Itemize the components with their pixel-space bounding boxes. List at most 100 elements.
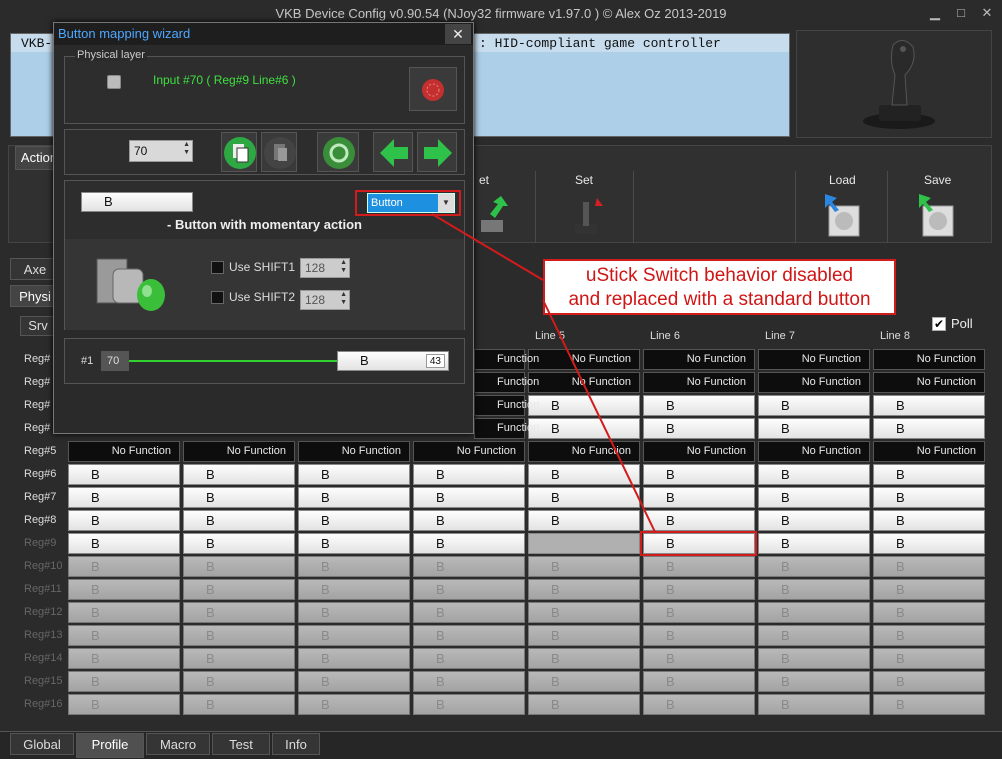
button-cell[interactable]: B: [413, 533, 525, 554]
button-cell[interactable]: B: [413, 487, 525, 508]
button-cell[interactable]: B: [413, 510, 525, 531]
tab-profile[interactable]: Profile: [76, 733, 144, 758]
button-cell[interactable]: B: [758, 556, 870, 577]
button-cell[interactable]: B: [758, 418, 870, 439]
button-cell[interactable]: B: [873, 602, 985, 623]
disabled-cell[interactable]: [528, 533, 640, 554]
button-cell[interactable]: B: [298, 602, 410, 623]
shift2-spinner[interactable]: 128 ▲ ▼: [300, 290, 350, 310]
spinner-arrows-icon[interactable]: ▲ ▼: [183, 141, 190, 157]
button-cell[interactable]: B: [183, 671, 295, 692]
no-function-cell[interactable]: No Function: [528, 441, 640, 462]
button-cell[interactable]: B: [643, 556, 755, 577]
save-button[interactable]: [917, 192, 957, 238]
wizard-close-button[interactable]: ✕: [445, 24, 471, 44]
button-cell[interactable]: B: [643, 602, 755, 623]
button-cell[interactable]: B: [643, 487, 755, 508]
button-cell[interactable]: B: [183, 464, 295, 485]
minimize-button[interactable]: ▁: [924, 3, 946, 23]
button-cell[interactable]: B: [758, 510, 870, 531]
tab-global[interactable]: Global: [10, 733, 74, 755]
no-function-cell[interactable]: No Function: [758, 372, 870, 393]
button-cell[interactable]: B: [183, 694, 295, 715]
input-number-spinner[interactable]: 70 ▲ ▼: [129, 140, 193, 162]
record-button[interactable]: [409, 67, 457, 111]
no-function-cell[interactable]: No Function: [528, 349, 640, 370]
button-cell[interactable]: B: [873, 533, 985, 554]
button-cell[interactable]: B: [528, 694, 640, 715]
copy-button[interactable]: [221, 132, 257, 172]
button-cell[interactable]: B: [873, 487, 985, 508]
button-cell[interactable]: B: [758, 625, 870, 646]
button-cell[interactable]: B: [873, 648, 985, 669]
button-cell[interactable]: B: [873, 579, 985, 600]
no-function-cell-partial[interactable]: Function: [474, 395, 539, 416]
button-cell[interactable]: B: [183, 533, 295, 554]
button-cell[interactable]: B: [413, 648, 525, 669]
button-cell[interactable]: B: [873, 418, 985, 439]
button-cell[interactable]: B: [873, 556, 985, 577]
button-cell[interactable]: B: [68, 533, 180, 554]
no-function-cell[interactable]: No Function: [413, 441, 525, 462]
reset-button[interactable]: [317, 132, 359, 172]
no-function-cell-partial[interactable]: Function: [474, 372, 539, 393]
button-cell[interactable]: B: [298, 671, 410, 692]
tab-test[interactable]: Test: [212, 733, 270, 755]
button-cell[interactable]: B: [68, 625, 180, 646]
button-cell[interactable]: B: [413, 602, 525, 623]
button-cell[interactable]: B: [873, 694, 985, 715]
no-function-cell[interactable]: No Function: [873, 349, 985, 370]
close-button[interactable]: ✕: [976, 3, 998, 23]
button-cell[interactable]: B: [643, 464, 755, 485]
button-cell[interactable]: B: [183, 556, 295, 577]
no-function-cell[interactable]: No Function: [643, 372, 755, 393]
button-cell[interactable]: B: [413, 464, 525, 485]
button-cell[interactable]: B: [68, 671, 180, 692]
tab-macro[interactable]: Macro: [146, 733, 210, 755]
button-cell[interactable]: B: [68, 487, 180, 508]
button-cell[interactable]: B: [298, 694, 410, 715]
button-cell[interactable]: B: [183, 602, 295, 623]
button-cell[interactable]: B: [758, 464, 870, 485]
button-cell[interactable]: B: [183, 510, 295, 531]
shift1-spinner[interactable]: 128 ▲ ▼: [300, 258, 350, 278]
no-function-cell[interactable]: No Function: [528, 372, 640, 393]
button-cell[interactable]: B: [68, 648, 180, 669]
button-cell[interactable]: B: [758, 648, 870, 669]
button-cell[interactable]: B: [528, 625, 640, 646]
paste-button[interactable]: [261, 132, 297, 172]
button-cell[interactable]: B: [298, 625, 410, 646]
button-cell[interactable]: B: [758, 395, 870, 416]
button-cell[interactable]: B: [528, 418, 640, 439]
button-cell[interactable]: B: [528, 602, 640, 623]
no-function-cell[interactable]: No Function: [873, 441, 985, 462]
set-button[interactable]: [567, 194, 605, 236]
button-cell[interactable]: B: [873, 464, 985, 485]
button-cell[interactable]: B: [413, 579, 525, 600]
button-cell[interactable]: B: [68, 556, 180, 577]
button-cell[interactable]: B: [873, 625, 985, 646]
no-function-cell[interactable]: No Function: [873, 372, 985, 393]
no-function-cell[interactable]: No Function: [298, 441, 410, 462]
button-cell[interactable]: B: [298, 556, 410, 577]
shift2-arrows-icon[interactable]: ▲ ▼: [340, 291, 347, 307]
no-function-cell[interactable]: No Function: [183, 441, 295, 462]
button-cell[interactable]: B: [528, 487, 640, 508]
button-cell[interactable]: B: [413, 694, 525, 715]
mapping-button-field[interactable]: B 43: [337, 351, 449, 371]
shift2-checkbox[interactable]: [211, 291, 224, 304]
load-button[interactable]: [823, 192, 863, 238]
prev-input-button[interactable]: [373, 132, 413, 172]
button-cell[interactable]: B: [873, 671, 985, 692]
button-cell[interactable]: B: [643, 625, 755, 646]
shift1-checkbox[interactable]: [211, 261, 224, 274]
button-cell[interactable]: B: [528, 556, 640, 577]
button-cell[interactable]: B: [643, 510, 755, 531]
button-cell[interactable]: B: [643, 579, 755, 600]
no-function-cell[interactable]: No Function: [758, 441, 870, 462]
button-cell[interactable]: B: [298, 510, 410, 531]
button-cell[interactable]: B: [68, 464, 180, 485]
button-cell[interactable]: B: [413, 556, 525, 577]
button-cell[interactable]: B: [643, 418, 755, 439]
button-cell[interactable]: B: [758, 694, 870, 715]
